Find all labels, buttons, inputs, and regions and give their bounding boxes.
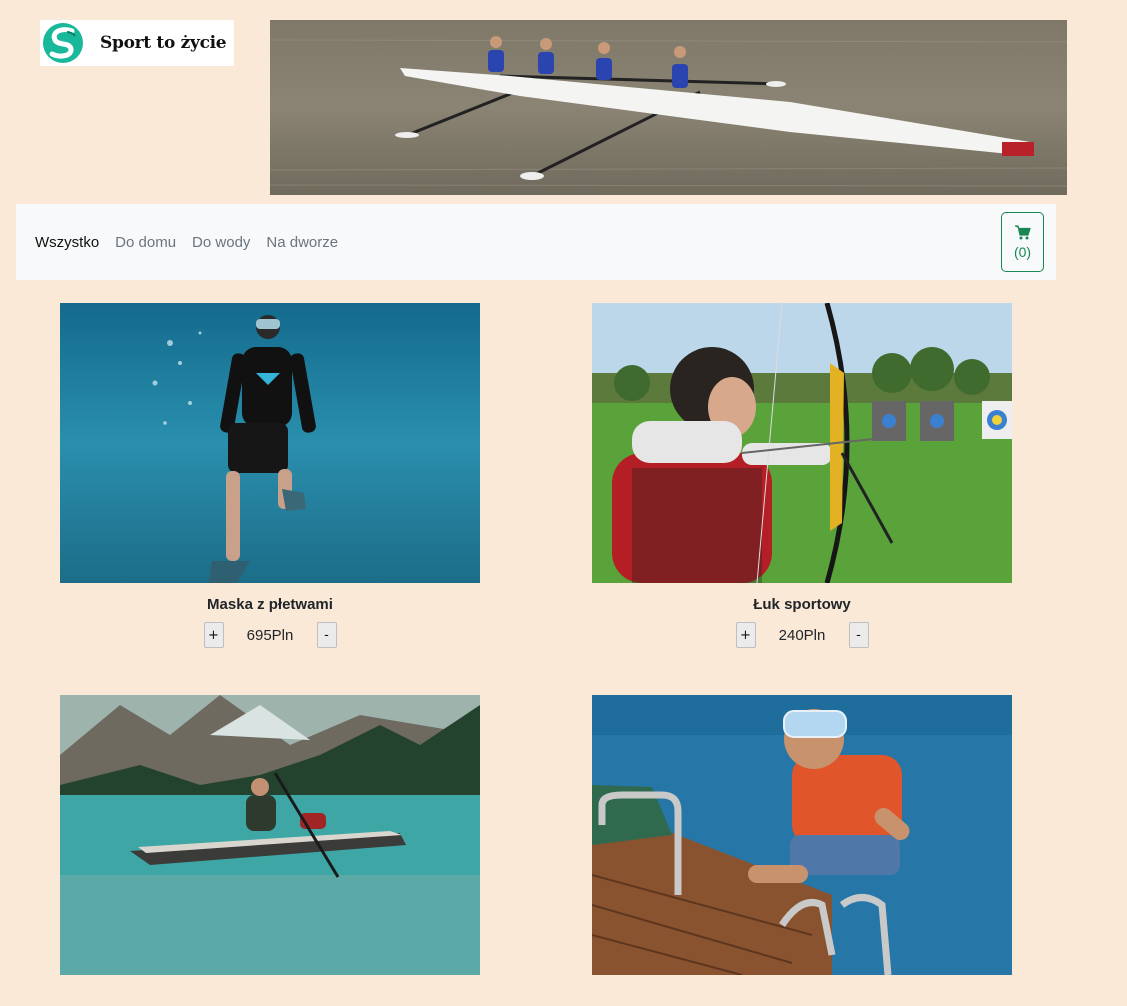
decrease-button[interactable]: - [848,622,869,648]
nav-item-wszystko[interactable]: Wszystko [35,234,99,251]
brand-logo[interactable]: Sport to życie [40,20,234,66]
decrease-button[interactable]: - [316,622,337,648]
product-image[interactable] [592,303,1012,583]
nav-item-do-wody[interactable]: Do wody [192,234,250,251]
price-row: + 695Pln - [60,622,480,648]
product-name [592,988,1012,1006]
increase-button[interactable]: + [203,622,224,648]
nav-item-na-dworze[interactable]: Na dworze [266,234,338,251]
product-name: Maska z płetwami [207,596,333,613]
product-name [60,988,480,1006]
product-name: Łuk sportowy [753,596,851,613]
hero-banner-image [270,20,1067,195]
nav-item-do-domu[interactable]: Do domu [115,234,176,251]
category-navbar: Wszystko Do domu Do wody Na dworze (0) [16,204,1056,280]
product-price: 240Pln [778,626,826,644]
cart-button[interactable]: (0) [1001,212,1044,272]
product-card [592,695,1012,1006]
increase-button[interactable]: + [735,622,756,648]
product-card: Maska z płetwami + 695Pln - [60,303,480,648]
product-image[interactable] [60,695,480,975]
cart-count: (0) [1013,243,1032,260]
product-price: 695Pln [246,626,294,644]
product-image[interactable] [592,695,1012,975]
shopping-cart-icon [1014,224,1031,239]
logo-s-icon [43,23,83,63]
product-card: Łuk sportowy + 240Pln - [592,303,1012,648]
brand-name: Sport to życie [100,33,227,53]
price-row: + 240Pln - [592,622,1012,648]
product-image[interactable] [60,303,480,583]
category-links: Wszystko Do domu Do wody Na dworze [35,204,354,280]
product-card [60,695,480,1006]
